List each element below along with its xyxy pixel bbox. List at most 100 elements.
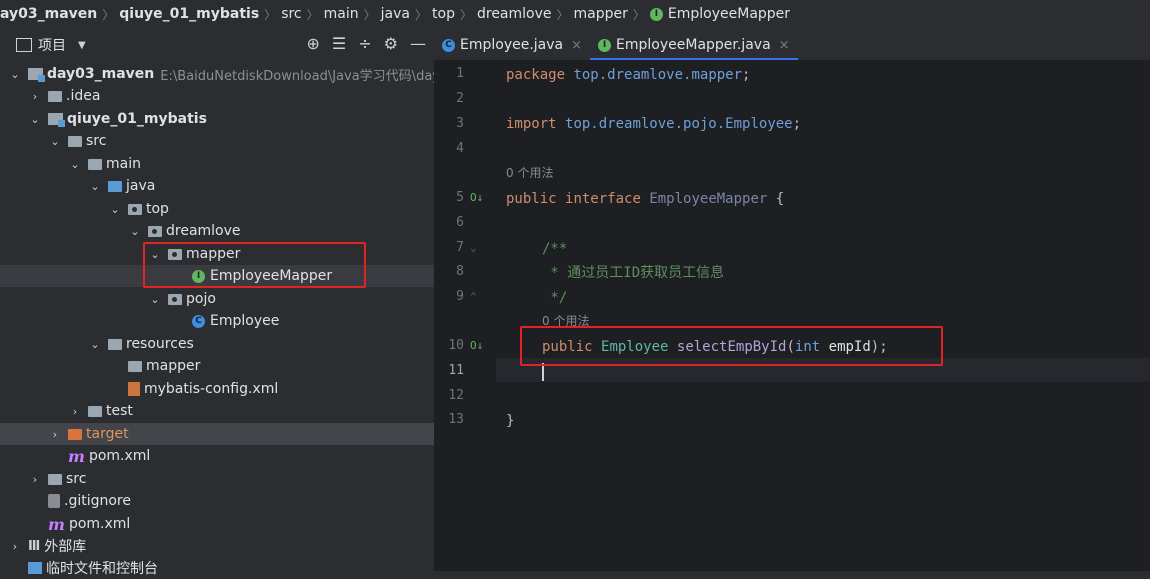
folder-icon (48, 90, 62, 102)
chevron-right-icon[interactable]: › (68, 405, 82, 418)
folder-icon (88, 405, 102, 417)
breadcrumb-item-project[interactable]: ay03_maven (0, 6, 97, 22)
chevron-right-icon[interactable]: › (28, 90, 42, 103)
fold-icon[interactable]: ⌃ (470, 290, 488, 304)
code-line-7: /** (542, 237, 567, 261)
tree-node-label: mybatis-config.xml (144, 381, 279, 397)
tree-node-label: resources (126, 336, 194, 352)
tree-node-label: dreamlove (166, 223, 241, 239)
tree-node-pom-module[interactable]: m pom.xml (0, 445, 496, 467)
interface-icon: I (598, 38, 612, 52)
line-number: 12 (448, 388, 464, 403)
line-number: 9 (456, 289, 464, 304)
code-line-9: */ (542, 286, 567, 310)
chevron-down-icon[interactable]: ⌄ (88, 180, 102, 193)
annotation-box (143, 242, 366, 288)
excluded-folder-icon (68, 428, 82, 440)
editor-tabs: C Employee.java × I EmployeeMapper.java … (434, 30, 1150, 60)
tree-node-label: .idea (66, 88, 101, 104)
chevron-down-icon[interactable]: ⌄ (108, 203, 122, 216)
breadcrumb-item-mapper[interactable]: mapper (574, 6, 628, 22)
module-icon (28, 68, 45, 82)
tree-node-pom-root[interactable]: m pom.xml (0, 513, 476, 535)
chevron-down-icon[interactable]: ⌄ (68, 158, 82, 171)
hide-icon[interactable]: — (410, 34, 426, 53)
chevron-right-icon[interactable]: › (28, 473, 42, 486)
maven-icon: m (48, 514, 65, 534)
tree-node-root[interactable]: ⌄ day03_maven E:\BaiduNetdiskDownload\Ja… (0, 63, 442, 85)
class-icon: C (442, 38, 455, 52)
chevron-down-icon[interactable]: ⌄ (8, 68, 22, 81)
code-area[interactable]: package top.dreamlove.mapper; import top… (506, 63, 1146, 571)
library-icon: Ⅲ (28, 538, 41, 554)
breadcrumb-item-src[interactable]: src (281, 6, 301, 22)
class-icon: C (192, 314, 205, 328)
code-line-8: * 通过员工ID获取员工信息 (542, 261, 724, 285)
tree-node-module[interactable]: ⌄ qiuye_01_mybatis (0, 108, 462, 130)
tree-node-label: top (146, 201, 169, 217)
breadcrumb: ay03_maven 〉 qiuye_01_mybatis 〉 src 〉 main 〉… (0, 0, 1150, 28)
gear-icon[interactable]: ⚙ (384, 34, 398, 53)
breadcrumb-item-java[interactable]: java (381, 6, 410, 22)
chevron-down-icon[interactable]: ⌄ (88, 338, 102, 351)
import-class: Employee (725, 116, 793, 132)
project-panel-header: 项目 ▼ ⊕ ☰ ÷ ⚙ — (0, 30, 434, 60)
semicolon: ; (742, 67, 751, 83)
tree-node-external-libs[interactable]: › Ⅲ 外部库 (0, 535, 442, 557)
breadcrumb-item-module[interactable]: qiuye_01_mybatis (119, 6, 259, 22)
tab-employeemapper-java[interactable]: I EmployeeMapper.java × (590, 30, 798, 60)
tab-employee-java[interactable]: C Employee.java × (434, 30, 590, 60)
expand-all-icon[interactable]: ☰ (332, 34, 346, 53)
line-number: 8 (456, 264, 464, 279)
usage-hint[interactable]: 0 个用法 (506, 163, 553, 183)
breadcrumb-item-main[interactable]: main (324, 6, 359, 22)
implementation-marker-icon[interactable]: O↓ (470, 191, 488, 205)
tree-node-label: qiuye_01_mybatis (67, 111, 207, 127)
tree-node-test[interactable]: › test (0, 400, 502, 422)
tree-node-gitignore[interactable]: .gitignore (0, 490, 476, 512)
implementation-marker-icon[interactable]: O↓ (470, 339, 488, 353)
breadcrumb-item-dreamlove[interactable]: dreamlove (477, 6, 552, 22)
folder-icon (88, 158, 102, 170)
folder-icon (48, 473, 62, 485)
tree-node-label: 临时文件和控制台 (46, 561, 158, 577)
tree-node-label: test (106, 403, 133, 419)
line-number: 11 (448, 363, 464, 378)
chevron-right-icon: 〉 (363, 7, 376, 22)
tree-node-src-root[interactable]: › src (0, 468, 462, 490)
chevron-down-icon[interactable]: ⌄ (148, 293, 162, 306)
chevron-right-icon[interactable]: › (48, 428, 62, 441)
line-number: 4 (456, 141, 464, 156)
keyword: import (506, 116, 557, 132)
line-number: 1 (456, 66, 464, 81)
breadcrumb-item-employeemapper[interactable]: EmployeeMapper (668, 6, 790, 22)
breadcrumb-item-top[interactable]: top (432, 6, 455, 22)
keyword: interface (565, 191, 641, 207)
source-folder-icon (108, 180, 122, 192)
tree-node-main[interactable]: ⌄ main (0, 153, 502, 175)
line-number: 10 (448, 338, 464, 353)
tree-node-label: .gitignore (64, 493, 131, 509)
close-icon[interactable]: × (779, 38, 790, 53)
project-view-selector[interactable]: 项目 ▼ (8, 35, 86, 55)
chevron-down-icon[interactable]: ⌄ (48, 135, 62, 148)
tree-node-src[interactable]: ⌄ src (0, 130, 482, 152)
chevron-right-icon[interactable]: › (8, 540, 22, 553)
folder-icon (128, 360, 142, 372)
chevron-down-icon[interactable]: ⌄ (28, 113, 42, 126)
editor: C Employee.java × I EmployeeMapper.java … (434, 30, 1150, 571)
project-icon (16, 38, 32, 52)
doc-comment: * 通过员工ID获取员工信息 (542, 265, 725, 281)
chevron-right-icon: 〉 (264, 7, 277, 22)
doc-comment: /** (542, 241, 568, 257)
fold-icon[interactable]: ⌄ (470, 241, 488, 255)
tree-node-scratches[interactable]: 临时文件和控制台 (0, 557, 456, 579)
tree-node-label: target (86, 426, 129, 442)
tree-node-target[interactable]: › target (0, 423, 482, 445)
chevron-down-icon[interactable]: ⌄ (128, 225, 142, 238)
collapse-all-icon[interactable]: ÷ (358, 34, 371, 53)
close-icon[interactable]: × (571, 38, 582, 53)
locate-icon[interactable]: ⊕ (307, 34, 320, 53)
tree-node-idea[interactable]: › .idea (0, 85, 462, 107)
xml-file-icon (128, 382, 140, 396)
